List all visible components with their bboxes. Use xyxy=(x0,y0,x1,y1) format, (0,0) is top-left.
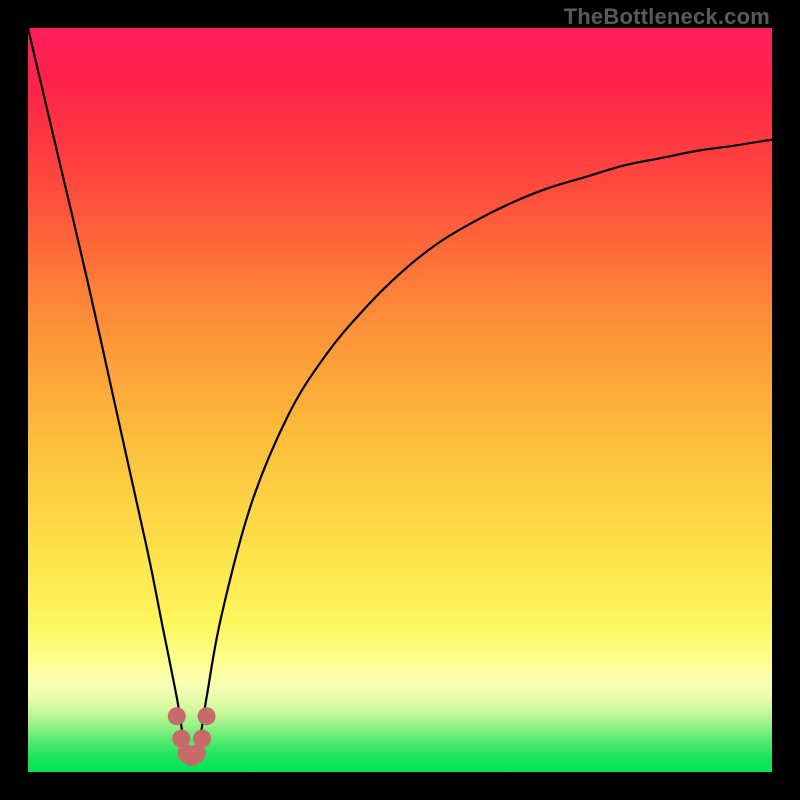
watermark-label: TheBottleneck.com xyxy=(564,4,770,30)
bottleneck-chart xyxy=(28,28,772,772)
marker-dot xyxy=(168,707,186,725)
marker-dot xyxy=(198,707,216,725)
chart-frame xyxy=(28,28,772,772)
marker-dot xyxy=(193,730,211,748)
gradient-background xyxy=(28,28,772,772)
